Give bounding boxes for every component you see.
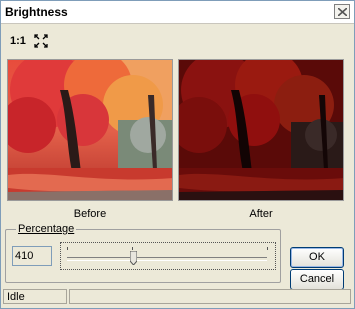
brightness-dialog: Brightness 1:1 Before After Percentage 4… <box>0 0 355 309</box>
percentage-slider[interactable] <box>60 242 276 270</box>
title-bar[interactable]: Brightness <box>1 1 354 24</box>
status-bar: Idle <box>3 289 353 305</box>
window-title: Brightness <box>5 5 68 19</box>
ok-button[interactable]: OK <box>290 247 344 268</box>
slider-tick <box>267 247 268 250</box>
before-caption: Before <box>73 208 107 220</box>
percentage-value-field[interactable]: 410 <box>12 246 52 266</box>
status-text: Idle <box>3 289 67 304</box>
status-panel <box>69 289 351 304</box>
close-button[interactable] <box>334 4 350 19</box>
after-image <box>178 59 344 201</box>
percentage-group: Percentage 410 <box>5 223 281 283</box>
slider-track <box>67 257 267 261</box>
cancel-button[interactable]: Cancel <box>290 269 344 290</box>
slider-tick <box>67 247 68 250</box>
after-caption: After <box>249 208 273 220</box>
slider-tick <box>132 247 133 250</box>
slider-thumb[interactable] <box>129 251 137 265</box>
fit-to-window-icon[interactable] <box>34 34 48 48</box>
before-image <box>7 59 173 201</box>
close-icon <box>338 8 347 16</box>
actual-size-button[interactable]: 1:1 <box>10 35 30 47</box>
percentage-label: Percentage <box>16 223 77 235</box>
